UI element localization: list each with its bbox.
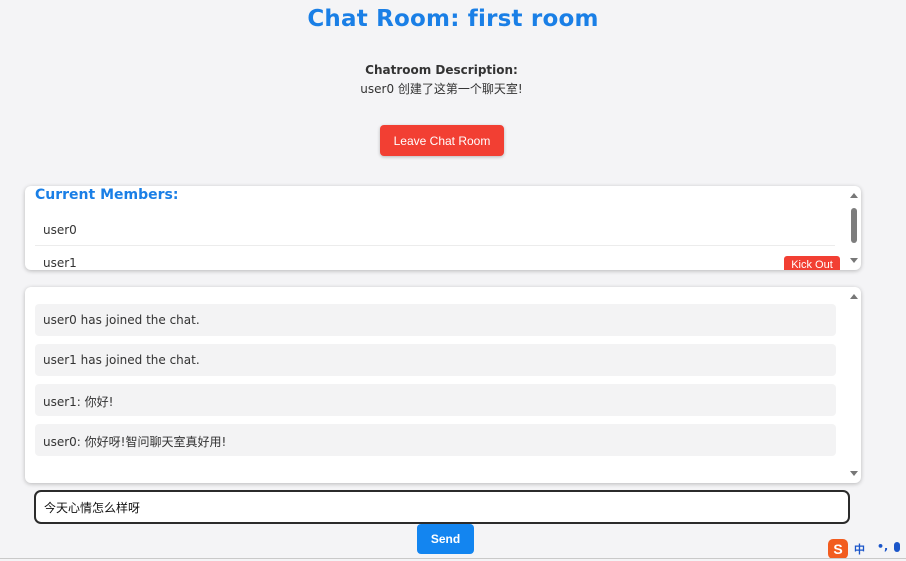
chat-message: user0: 你好呀!智问聊天室真好用! xyxy=(35,424,836,456)
members-scrollbar[interactable] xyxy=(847,186,861,270)
room-description: user0 创建了这第一个聊天室! xyxy=(360,82,523,96)
scroll-thumb[interactable] xyxy=(851,208,857,243)
kick-out-button[interactable]: Kick Out xyxy=(784,256,840,270)
message-text: user0: 你好呀!智问聊天室真好用! xyxy=(43,435,227,449)
chat-message: user0 has joined the chat. xyxy=(35,304,836,336)
scroll-up-icon[interactable] xyxy=(850,294,858,299)
ime-toolbar[interactable]: S 中 •, xyxy=(828,539,906,559)
microphone-icon[interactable] xyxy=(894,542,900,552)
ime-logo-icon[interactable]: S xyxy=(828,539,848,559)
send-button[interactable]: Send xyxy=(417,524,474,554)
message-text: user1: 你好! xyxy=(43,395,114,409)
chat-scrollbar[interactable] xyxy=(847,287,861,483)
members-title: Current Members: xyxy=(35,187,179,203)
members-panel: Current Members: user0 user1 Kick Out xyxy=(25,186,861,270)
leave-chat-room-button[interactable]: Leave Chat Room xyxy=(380,125,504,156)
member-name: user1 xyxy=(43,256,77,270)
scroll-up-icon[interactable] xyxy=(850,193,858,198)
message-text: user1 has joined the chat. xyxy=(43,353,200,367)
description-label: Chatroom Description: xyxy=(365,63,518,77)
member-row: user0 xyxy=(35,215,835,246)
chat-messages-panel: user0 has joined the chat. user1 has joi… xyxy=(25,287,861,483)
ime-punct-toggle[interactable]: •, xyxy=(877,540,888,553)
member-name: user0 xyxy=(43,223,77,237)
member-row: user1 Kick Out xyxy=(35,248,840,270)
chat-message: user1 has joined the chat. xyxy=(35,344,836,376)
bottom-divider xyxy=(0,558,906,559)
scroll-down-icon[interactable] xyxy=(850,471,858,476)
page-title: Chat Room: first room xyxy=(307,6,599,32)
message-text: user0 has joined the chat. xyxy=(43,313,200,327)
chat-message: user1: 你好! xyxy=(35,384,836,416)
scroll-down-icon[interactable] xyxy=(850,258,858,263)
ime-mode-toggle[interactable]: 中 xyxy=(854,541,865,557)
message-input[interactable] xyxy=(34,490,850,524)
